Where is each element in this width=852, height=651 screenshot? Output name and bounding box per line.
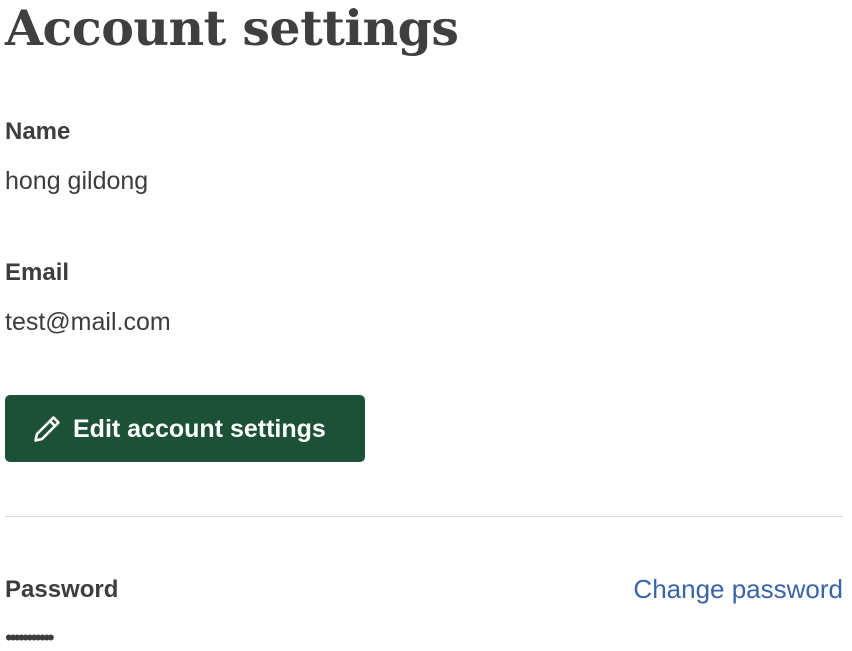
page-title: Account settings — [5, 0, 459, 57]
name-label: Name — [5, 118, 71, 145]
password-label: Password — [5, 576, 119, 603]
email-value: test@mail.com — [5, 308, 171, 336]
name-value: hong gildong — [5, 167, 149, 195]
change-password-link[interactable]: Change password — [633, 574, 843, 604]
edit-account-settings-button[interactable]: Edit account settings — [5, 395, 365, 462]
edit-account-settings-label: Edit account settings — [73, 414, 326, 443]
account-settings-page: Account settings Name hong gildong Email… — [5, 0, 843, 651]
password-masked-value: ••••••••••• — [5, 625, 55, 650]
email-label: Email — [5, 259, 70, 286]
pencil-icon — [31, 413, 63, 445]
section-divider — [5, 516, 843, 517]
